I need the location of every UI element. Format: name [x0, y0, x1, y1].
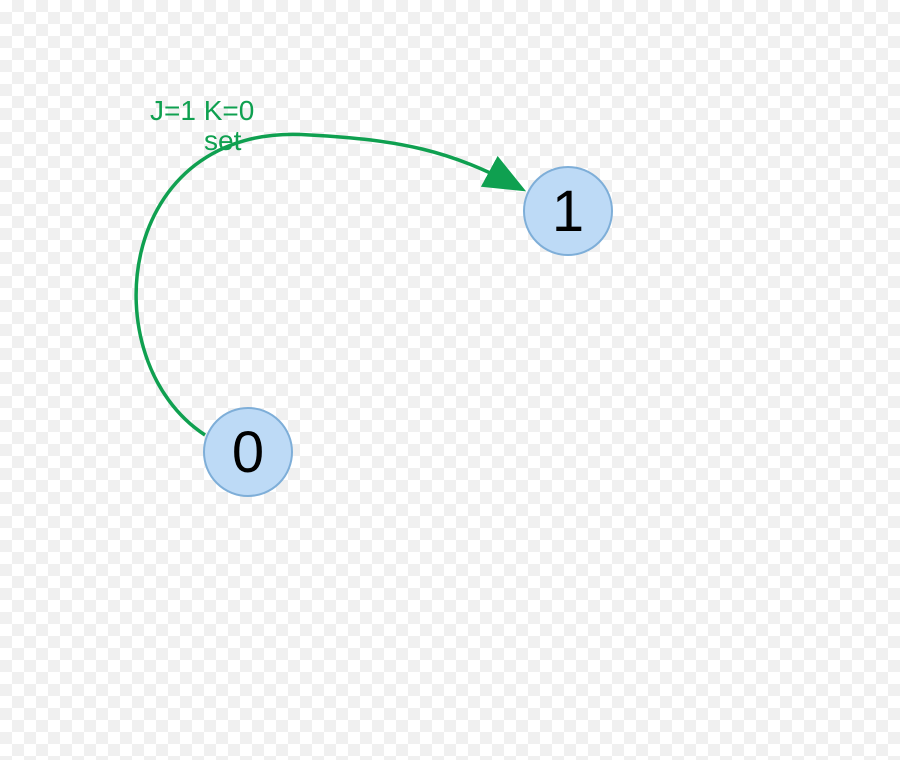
- transition-arrow: [0, 0, 900, 760]
- state-node-0: 0: [203, 407, 293, 497]
- transition-condition-label: J=1 K=0: [150, 94, 254, 128]
- state-node-1: 1: [523, 166, 613, 256]
- state-1-label: 1: [552, 178, 584, 245]
- transition-action-label: set: [204, 124, 241, 158]
- state-0-label: 0: [232, 419, 264, 486]
- state-diagram: J=1 K=0 set 0 1: [0, 0, 900, 760]
